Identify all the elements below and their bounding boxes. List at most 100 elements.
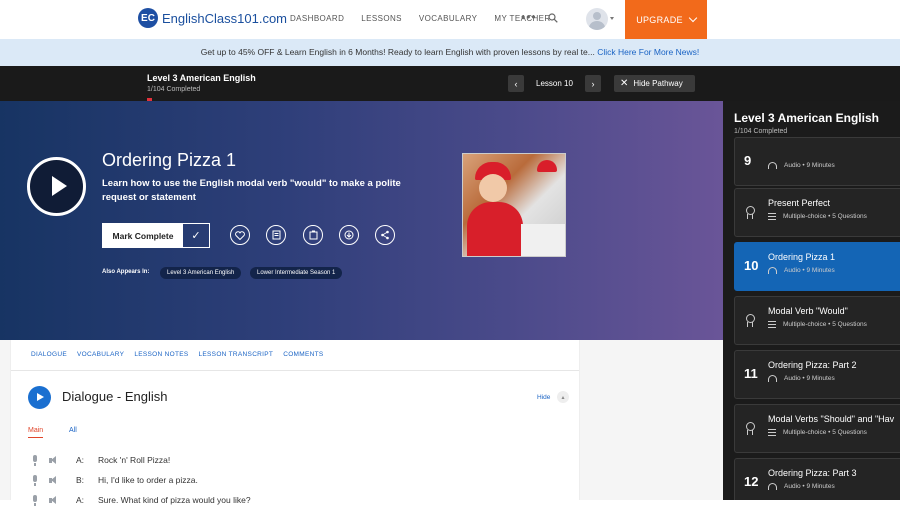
pathway-item-title: Ordering Pizza 1 [768, 252, 836, 262]
dialogue-speaker: B: [76, 475, 85, 485]
tab-main[interactable]: Main [28, 427, 44, 438]
pathway-item-active[interactable]: 10 Ordering Pizza 1 Audio • 9 Minutes [734, 242, 900, 291]
pathway-item-meta-text: Multiple-choice • 5 Questions [783, 429, 867, 436]
pathway-item-meta-text: Multiple-choice • 5 Questions [783, 213, 867, 220]
pathway-item-title: Modal Verb "Would" [768, 306, 848, 316]
series-chip[interactable]: Lower Intermediate Season 1 [250, 267, 343, 279]
site-logo[interactable]: EC EnglishClass101.com [138, 8, 287, 28]
list-icon [768, 213, 776, 220]
dialogue-speaker: A: [76, 495, 85, 505]
play-lesson-button[interactable] [27, 157, 86, 216]
lesson-number: 9 [744, 153, 752, 168]
share-icon[interactable] [375, 225, 395, 245]
pathway-item[interactable]: 9 Audio • 9 Minutes [734, 137, 900, 186]
upgrade-label: UPGRADE [636, 14, 683, 25]
lesson-tabs: DIALOGUE VOCABULARY LESSON NOTES LESSON … [31, 351, 334, 358]
tab-comments[interactable]: COMMENTS [283, 351, 323, 358]
chevron-down-icon[interactable] [610, 17, 614, 20]
pathway-item-title: Modal Verbs "Should" and "Hav [768, 414, 895, 424]
lesson-content: DIALOGUE VOCABULARY LESSON NOTES LESSON … [10, 340, 580, 506]
promo-link[interactable]: Click Here For More News! [597, 47, 699, 57]
dialogue-title: Dialogue - English [62, 389, 168, 404]
speaker-icon[interactable] [49, 455, 59, 465]
pathway-item-title: Ordering Pizza: Part 3 [768, 468, 857, 478]
close-icon: ✕ [620, 78, 629, 89]
speaker-icon[interactable] [49, 475, 59, 485]
prev-lesson-button[interactable]: ‹ [508, 75, 524, 92]
promo-text: Get up to 45% OFF & Learn English in 6 M… [200, 47, 595, 57]
pathway-item[interactable]: 11 Ordering Pizza: Part 2 Audio • 9 Minu… [734, 350, 900, 399]
download-icon[interactable] [339, 225, 359, 245]
pathway-item-meta: Multiple-choice • 5 Questions [768, 429, 867, 436]
play-dialogue-button[interactable] [28, 386, 51, 409]
more-menu-icon[interactable]: ••• [521, 10, 537, 24]
hide-pathway-button[interactable]: ✕ Hide Pathway [614, 75, 695, 92]
also-appears-in-label: Also Appears In: [102, 269, 150, 275]
search-icon[interactable] [548, 13, 558, 23]
series-chip[interactable]: Level 3 American English [160, 267, 242, 279]
pathway-item[interactable]: 12 Ordering Pizza: Part 3 Audio • 9 Minu… [734, 458, 900, 500]
nav-dashboard[interactable]: DASHBOARD [290, 14, 344, 23]
lesson-number: 10 [744, 258, 759, 273]
divider [11, 370, 579, 371]
pathway-item[interactable]: Present Perfect Multiple-choice • 5 Ques… [734, 188, 900, 237]
tab-all[interactable]: All [69, 427, 77, 434]
pathway-item-title: Present Perfect [768, 198, 831, 208]
sidebar-title: Level 3 American English [734, 111, 879, 125]
assessment-icon [746, 314, 755, 327]
microphone-icon[interactable] [31, 494, 39, 506]
dialogue-line: B: Hi, I'd like to order a pizza. [31, 473, 571, 487]
sidebar-completed: 1/104 Completed [734, 128, 788, 135]
pathway-item-meta: Audio • 9 Minutes [768, 483, 835, 490]
nav-vocabulary[interactable]: VOCABULARY [419, 14, 478, 23]
lesson-number: 11 [744, 366, 758, 381]
mark-complete-button[interactable]: Mark Complete ✓ [102, 223, 210, 248]
headphones-icon [768, 375, 777, 382]
lesson-title: Ordering Pizza 1 [102, 150, 237, 170]
heart-icon[interactable] [230, 225, 250, 245]
tab-lesson-notes[interactable]: LESSON NOTES [134, 351, 188, 358]
pathway-item-meta: Audio • 9 Minutes [768, 267, 835, 274]
pathway-item-meta: Multiple-choice • 5 Questions [768, 213, 867, 220]
microphone-icon[interactable] [31, 454, 39, 466]
next-lesson-button[interactable]: › [585, 75, 601, 92]
upgrade-button[interactable]: UPGRADE [625, 0, 707, 39]
lesson-number: 12 [744, 474, 759, 489]
pathway-bar: Level 3 American English 1/104 Completed… [0, 66, 900, 101]
dialogue-text: Hi, I'd like to order a pizza. [98, 475, 198, 485]
pathway-item-meta: Audio • 9 Minutes [768, 162, 835, 169]
dialogue-text: Sure. What kind of pizza would you like? [98, 495, 251, 505]
pathway-item-meta-text: Audio • 9 Minutes [784, 267, 835, 274]
headphones-icon [768, 162, 777, 169]
nav-lessons[interactable]: LESSONS [361, 14, 402, 23]
notes-icon[interactable] [266, 225, 286, 245]
promo-banner: Get up to 45% OFF & Learn English in 6 M… [0, 39, 900, 66]
microphone-icon[interactable] [31, 474, 39, 486]
chevron-down-icon [688, 13, 698, 22]
content-gutter [0, 340, 10, 500]
pathway-item[interactable]: Modal Verbs "Should" and "Hav Multiple-c… [734, 404, 900, 453]
assessment-icon [746, 206, 755, 219]
pathway-item-meta: Audio • 9 Minutes [768, 375, 835, 382]
content-gutter [580, 340, 723, 500]
flashcard-icon[interactable] [303, 225, 323, 245]
hide-dialogue-link[interactable]: Hide [537, 394, 550, 401]
pathway-item-meta-text: Audio • 9 Minutes [784, 483, 835, 490]
dialogue-line: A: Rock 'n' Roll Pizza! [31, 453, 571, 467]
speaker-icon[interactable] [49, 495, 59, 505]
pathway-item-meta: Multiple-choice • 5 Questions [768, 321, 867, 328]
pathway-title[interactable]: Level 3 American English [147, 73, 256, 83]
tab-dialogue[interactable]: DIALOGUE [31, 351, 67, 358]
tab-lesson-transcript[interactable]: LESSON TRANSCRIPT [199, 351, 274, 358]
current-lesson-label: Lesson 10 [536, 79, 573, 88]
tab-vocabulary[interactable]: VOCABULARY [77, 351, 124, 358]
chevron-up-icon[interactable]: ▴ [557, 391, 569, 403]
lesson-description: Learn how to use the English modal verb … [102, 178, 401, 203]
avatar[interactable] [586, 8, 608, 30]
dialogue-line: A: Sure. What kind of pizza would you li… [31, 493, 571, 507]
logo-text: EnglishClass101.com [162, 10, 288, 26]
pathway-item[interactable]: Modal Verb "Would" Multiple-choice • 5 Q… [734, 296, 900, 345]
pathway-completed: 1/104 Completed [147, 86, 201, 93]
pathway-item-meta-text: Audio • 9 Minutes [784, 162, 835, 169]
headphones-icon [768, 483, 777, 490]
